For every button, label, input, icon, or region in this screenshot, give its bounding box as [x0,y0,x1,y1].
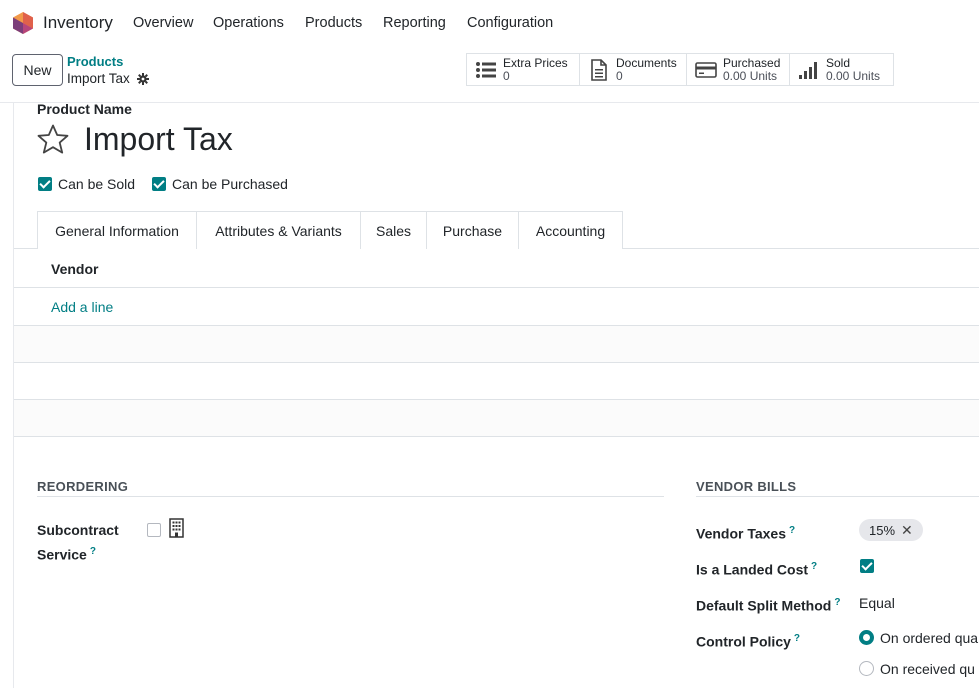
vendor-taxes-label-text: Vendor Taxes [696,525,787,542]
tab-label: Purchase [442,222,503,239]
can-be-purchased-label: Can be Purchased [172,176,288,192]
subcontract-service-checkbox[interactable] [147,523,161,537]
can-be-sold-checkbox[interactable] [38,177,52,191]
building-icon[interactable] [169,518,184,538]
product-name-label: Product Name [37,101,132,117]
sold-label: Sold [826,55,851,70]
split-method-label-text: Default Split Method [696,597,832,614]
documents-label: Documents [616,55,677,70]
help-tooltip-icon[interactable]: ? [789,525,795,536]
reordering-group-title: REORDERING [37,479,129,494]
can-be-sold-label: Can be Sold [58,176,136,192]
breadcrumb-current: Import Tax [67,71,149,86]
empty-list-row [14,400,979,436]
extra-prices-value: 0 [503,68,510,83]
vendor-taxes-label: Vendor Taxes? [696,520,795,545]
tab-sales[interactable]: Sales [360,211,427,249]
tab-general-information[interactable]: General Information [37,211,197,249]
vendor-bills-group-rule [696,496,979,497]
list-divider [14,362,979,363]
menu-overview[interactable]: Overview [133,15,193,31]
extra-prices-label: Extra Prices [503,55,568,70]
new-button[interactable]: New [12,54,63,86]
signal-bars-icon [799,61,817,79]
subcontract-label-line1: Subcontract [37,522,119,538]
menu-products[interactable]: Products [305,15,362,31]
control-policy-label-text: Control Policy [696,633,791,650]
policy-received-radio[interactable] [859,661,874,676]
close-icon[interactable]: ✕ [901,522,913,539]
policy-received-label[interactable]: On received qu [880,661,979,677]
policy-ordered-label[interactable]: On ordered qua [880,630,979,646]
sold-button[interactable]: Sold 0.00 Units [789,53,894,86]
menu-configuration[interactable]: Configuration [467,15,553,31]
breadcrumb-current-label: Import Tax [67,71,130,86]
tab-purchase[interactable]: Purchase [426,211,519,250]
list-divider [14,436,979,437]
list-icon [476,61,496,78]
help-tooltip-icon[interactable]: ? [90,546,96,557]
landed-cost-checkbox[interactable] [860,559,874,573]
vendor-tax-tag[interactable]: 15% ✕ [859,519,923,541]
tab-attributes-variants[interactable]: Attributes & Variants [196,211,361,249]
top-navbar: Inventory Overview Operations Products R… [0,0,979,46]
favorite-star-icon[interactable] [37,124,69,154]
reordering-group-rule [37,496,664,497]
help-tooltip-icon[interactable]: ? [811,561,817,572]
menu-operations[interactable]: Operations [213,15,284,31]
breadcrumb-products[interactable]: Products [67,54,123,69]
documents-value: 0 [616,68,623,83]
documents-button[interactable]: Documents 0 [579,53,687,86]
subcontract-service-label: Subcontract Service? [37,520,119,566]
sold-value: 0.00 Units [826,68,881,83]
purchased-value: 0.00 Units [723,68,778,83]
landed-cost-label-text: Is a Landed Cost [696,561,809,578]
purchased-label: Purchased [723,55,781,70]
inventory-app-icon[interactable] [13,12,33,34]
app-name[interactable]: Inventory [43,13,113,33]
product-name-field[interactable]: Import Tax [84,121,233,158]
tab-label: Attributes & Variants [215,222,342,239]
sheet-left-border [13,102,14,688]
control-policy-label: Control Policy? [696,628,800,653]
tab-accounting[interactable]: Accounting [518,211,623,249]
landed-cost-label: Is a Landed Cost? [696,556,817,581]
split-method-select[interactable]: Equal [859,595,895,611]
policy-ordered-radio[interactable] [859,630,874,645]
can-be-purchased-checkbox[interactable] [152,177,166,191]
split-method-label: Default Split Method? [696,592,840,617]
vendor-tax-tag-label: 15% [869,522,896,538]
menu-reporting[interactable]: Reporting [383,15,446,31]
sheet-top-border [0,102,979,103]
tab-label: General Information [55,222,179,239]
list-divider [14,287,979,288]
empty-list-row [14,326,979,362]
vendor-bills-group-title: VENDOR BILLS [696,479,797,494]
gear-icon[interactable] [136,72,149,85]
credit-card-icon [695,61,717,78]
vendor-column-header[interactable]: Vendor [51,261,98,277]
subcontract-label-line2: Service [37,546,87,563]
purchased-button[interactable]: Purchased 0.00 Units [686,53,790,86]
tab-label: Accounting [535,222,606,239]
document-icon [591,58,607,81]
extra-prices-button[interactable]: Extra Prices 0 [466,53,580,86]
add-a-line-link[interactable]: Add a line [51,299,113,315]
tab-label: Sales [375,222,412,239]
help-tooltip-icon[interactable]: ? [794,633,800,644]
help-tooltip-icon[interactable]: ? [834,597,840,608]
